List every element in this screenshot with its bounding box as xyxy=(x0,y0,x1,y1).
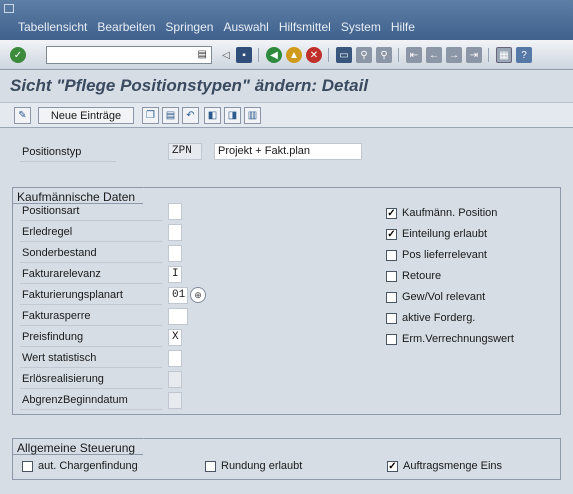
label-underline xyxy=(20,220,162,221)
cancel-icon[interactable]: ✕ xyxy=(306,47,322,63)
label-underline xyxy=(20,262,162,263)
checkbox[interactable] xyxy=(22,461,33,472)
label-underline xyxy=(20,346,162,347)
copy-icon[interactable]: ❐ xyxy=(142,107,159,124)
create-session-icon[interactable]: ▦ xyxy=(496,47,512,63)
last-page-icon[interactable]: ⇥ xyxy=(466,47,482,63)
menu-hilfe[interactable]: Hilfe xyxy=(391,20,415,34)
label-underline xyxy=(20,161,116,162)
checkbox-label: Rundung erlaubt xyxy=(221,460,303,472)
checkbox-label: aktive Forderg. xyxy=(402,312,476,324)
checkbox[interactable] xyxy=(386,271,397,282)
field-label: Wert statistisch xyxy=(22,352,97,364)
positionstyp-description[interactable]: Projekt + Fakt.plan xyxy=(214,143,362,160)
field-input[interactable]: 01 xyxy=(168,287,188,304)
separator xyxy=(328,48,329,62)
field-input[interactable] xyxy=(168,350,182,367)
help-icon[interactable]: ? xyxy=(516,47,532,63)
field-label: Erledregel xyxy=(22,226,73,238)
separator xyxy=(488,48,489,62)
checkbox[interactable] xyxy=(386,313,397,324)
delete-icon[interactable]: ▤ xyxy=(162,107,179,124)
checkbox-label: Pos lieferrelevant xyxy=(402,249,487,261)
checkbox-label: Retoure xyxy=(402,270,442,282)
value-help-icon[interactable]: ⊕ xyxy=(190,287,206,303)
find-next-icon[interactable]: ⚲ xyxy=(376,47,392,63)
menu-springen[interactable]: Springen xyxy=(165,20,213,34)
menu-auswahl[interactable]: Auswahl xyxy=(223,20,268,34)
exit-icon[interactable]: ▲ xyxy=(286,47,302,63)
command-dropdown-icon[interactable]: ◁ xyxy=(218,47,234,63)
checkbox[interactable]: ✓ xyxy=(386,229,397,240)
menu-bar: Tabellensicht Bearbeiten Springen Auswah… xyxy=(0,0,573,40)
field-label: Preisfindung xyxy=(22,331,84,343)
checkbox-label: Auftragsmenge Eins xyxy=(403,460,503,472)
field-input[interactable] xyxy=(168,245,182,262)
positionstyp-label: Positionstyp xyxy=(22,146,82,158)
field-label: Erlösrealisierung xyxy=(22,373,104,385)
prev-page-icon[interactable]: ← xyxy=(426,47,442,63)
label-underline xyxy=(20,304,162,305)
checkbox[interactable] xyxy=(205,461,216,472)
separator xyxy=(398,48,399,62)
field-label: Sonderbestand xyxy=(22,247,97,259)
label-underline xyxy=(20,367,162,368)
first-page-icon[interactable]: ⇤ xyxy=(406,47,422,63)
field-label: AbgrenzBeginndatum xyxy=(22,394,128,406)
select-all-icon[interactable]: ▥ xyxy=(244,107,261,124)
checkbox-label: Gew/Vol relevant xyxy=(402,291,486,303)
group-allgemeine-steuerung: Allgemeine Steuerung xyxy=(12,438,561,480)
label-underline xyxy=(20,283,162,284)
enter-icon[interactable]: ✓ xyxy=(10,47,26,63)
standard-toolbar: ✓ ▤ ◁ ▪ ◀ ▲ ✕ ▭ ⚲ ⚲ ⇤ ← → ⇥ ▦ ? xyxy=(0,40,573,70)
field-input[interactable] xyxy=(168,224,182,241)
field-input xyxy=(168,371,182,388)
label-underline xyxy=(20,388,162,389)
separator xyxy=(258,48,259,62)
new-entries-button[interactable]: Neue Einträge xyxy=(38,107,134,124)
label-underline xyxy=(20,409,162,410)
checkbox[interactable] xyxy=(386,292,397,303)
field-input[interactable] xyxy=(168,308,188,325)
menu-hilfsmittel[interactable]: Hilfsmittel xyxy=(279,20,331,34)
display-change-icon[interactable]: ✎ xyxy=(14,107,31,124)
application-toolbar: ✎ Neue Einträge ❐ ▤ ↶ ◧ ◨ ▥ xyxy=(0,102,573,128)
checkbox-label: Kaufmänn. Position xyxy=(402,207,498,219)
group-title: Allgemeine Steuerung xyxy=(12,438,156,455)
checkbox-label: Erm.Verrechnungswert xyxy=(402,333,514,345)
field-input[interactable]: I xyxy=(168,266,182,283)
command-history-icon[interactable]: ▤ xyxy=(198,49,207,60)
undo-change-icon[interactable]: ↶ xyxy=(182,107,199,124)
page-title: Sicht "Pflege Positionstypen" ändern: De… xyxy=(10,76,369,95)
checkbox[interactable] xyxy=(386,334,397,345)
checkbox[interactable]: ✓ xyxy=(387,461,398,472)
checkbox-label: aut. Chargenfindung xyxy=(38,460,138,472)
menu-tabellensicht[interactable]: Tabellensicht xyxy=(18,20,87,34)
menu-bearbeiten[interactable]: Bearbeiten xyxy=(97,20,155,34)
system-menu-icon[interactable] xyxy=(4,4,14,13)
field-input xyxy=(168,392,182,409)
back-icon[interactable]: ◀ xyxy=(266,47,282,63)
next-page-icon[interactable]: → xyxy=(446,47,462,63)
menu-system[interactable]: System xyxy=(341,20,381,34)
find-icon[interactable]: ⚲ xyxy=(356,47,372,63)
positionstyp-code: ZPN xyxy=(168,143,202,160)
checkbox[interactable] xyxy=(386,250,397,261)
save-icon[interactable]: ▪ xyxy=(236,47,252,63)
checkbox-label: Einteilung erlaubt xyxy=(402,228,488,240)
label-underline xyxy=(20,325,162,326)
previous-entry-icon[interactable]: ◧ xyxy=(204,107,221,124)
group-title: Kaufmännische Daten xyxy=(12,187,156,204)
command-field[interactable]: ▤ xyxy=(46,46,212,64)
field-label: Fakturasperre xyxy=(22,310,91,322)
print-icon[interactable]: ▭ xyxy=(336,47,352,63)
next-entry-icon[interactable]: ◨ xyxy=(224,107,241,124)
field-input[interactable]: X xyxy=(168,329,182,346)
checkbox[interactable]: ✓ xyxy=(386,208,397,219)
field-label: Positionsart xyxy=(22,205,80,217)
field-label: Fakturarelevanz xyxy=(22,268,101,280)
field-label: Fakturierungsplanart xyxy=(22,289,123,301)
field-input[interactable] xyxy=(168,203,182,220)
label-underline xyxy=(20,241,162,242)
